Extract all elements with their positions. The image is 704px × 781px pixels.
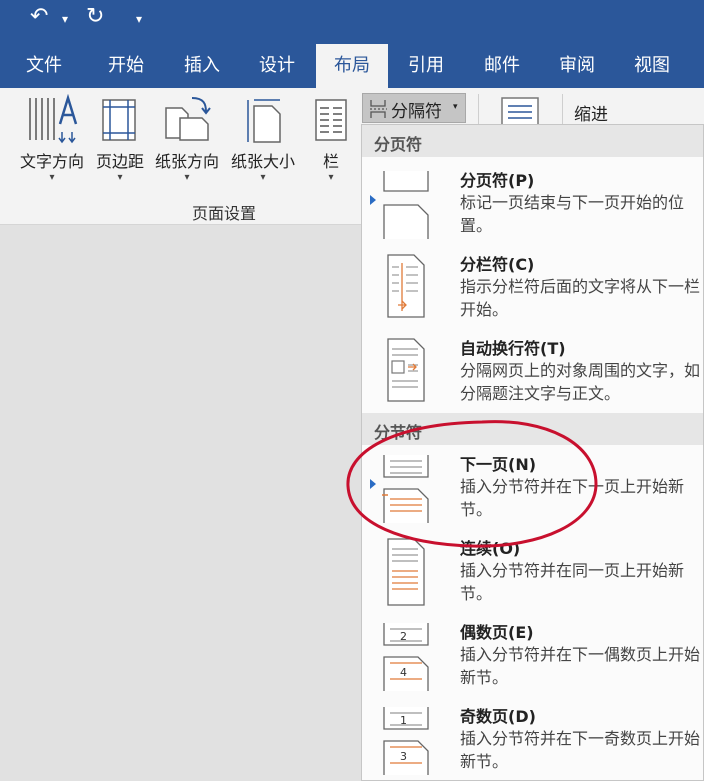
tab-references[interactable]: 引用 bbox=[392, 40, 460, 88]
breaks-icon bbox=[370, 100, 387, 118]
chevron-down-icon: ▾ bbox=[453, 102, 458, 112]
menu-item-description: 插入分节符并在下一奇数页上开始新节。 bbox=[460, 729, 701, 771]
chevron-down-icon: ▾ bbox=[49, 172, 55, 183]
even-page-number-icon: 2 bbox=[400, 630, 407, 643]
margins-button[interactable]: 页边距 ▾ bbox=[90, 88, 150, 192]
ribbon-divider bbox=[562, 94, 563, 128]
next-page-break-icon bbox=[382, 455, 429, 523]
text-direction-icon bbox=[29, 94, 78, 144]
odd-page-next-number-icon: 3 bbox=[400, 750, 407, 763]
selection-marker-icon bbox=[370, 479, 376, 489]
ribbon-divider bbox=[478, 94, 479, 124]
breaks-button[interactable]: 分隔符 ▾ bbox=[362, 93, 466, 123]
menu-item-title: 偶数页(E) bbox=[460, 623, 534, 642]
title-bar: ↶ ▾ ↻ ▾ bbox=[0, 0, 704, 40]
margins-icon bbox=[102, 99, 136, 141]
menu-item-continuous[interactable]: 连续(O) 插入分节符并在同一页上开始新节。 bbox=[362, 535, 703, 615]
undo-icon[interactable]: ↶ bbox=[30, 4, 48, 29]
menu-item-title: 自动换行符(T) bbox=[460, 339, 566, 358]
even-page-break-icon: 2 4 bbox=[383, 623, 429, 691]
menu-item-description: 分隔网页上的对象周围的文字，如分隔题注文字与正文。 bbox=[460, 361, 701, 403]
columns-label: 栏 bbox=[322, 152, 339, 171]
menu-item-title: 下一页(N) bbox=[460, 455, 537, 474]
chevron-down-icon: ▾ bbox=[260, 172, 266, 183]
breaks-label: 分隔符 bbox=[391, 102, 442, 122]
chevron-down-icon: ▾ bbox=[117, 172, 123, 183]
menu-item-description: 插入分节符并在同一页上开始新节。 bbox=[460, 561, 685, 603]
odd-page-break-icon: 1 3 bbox=[383, 707, 429, 775]
text-direction-label: 文字方向 bbox=[19, 152, 84, 171]
columns-icon bbox=[315, 99, 347, 141]
page-breaks-header-label: 分页符 bbox=[374, 135, 423, 154]
menu-item-description: 插入分节符并在下一偶数页上开始新节。 bbox=[460, 645, 701, 687]
tab-layout[interactable]: 布局 bbox=[316, 44, 388, 88]
tab-home[interactable]: 开始 bbox=[92, 40, 160, 88]
section-breaks-header-label: 分节符 bbox=[374, 423, 423, 442]
menu-item-odd-page[interactable]: 1 3 奇数页(D) 插入分节符并在下一奇数页上开始新节。 bbox=[362, 703, 703, 781]
orientation-label: 纸张方向 bbox=[154, 152, 219, 171]
chevron-down-icon: ▾ bbox=[328, 172, 334, 183]
tab-view[interactable]: 视图 bbox=[618, 40, 686, 88]
menu-item-column-break[interactable]: 分栏符(C) 指示分栏符后面的文字将从下一栏开始。 bbox=[362, 251, 703, 327]
chevron-down-icon: ▾ bbox=[184, 172, 190, 183]
size-button[interactable]: 纸张大小 ▾ bbox=[226, 88, 300, 192]
ribbon-tabs: 文件 开始 插入 设计 布局 引用 邮件 审阅 视图 bbox=[0, 40, 704, 88]
menu-item-title: 连续(O) bbox=[460, 539, 521, 558]
selection-marker-icon bbox=[370, 195, 376, 205]
page-break-icon bbox=[383, 171, 429, 239]
undo-dropdown-icon[interactable]: ▾ bbox=[62, 12, 68, 26]
columns-button[interactable]: 栏 ▾ bbox=[308, 88, 354, 192]
menu-item-title: 分栏符(C) bbox=[460, 255, 535, 274]
margins-label: 页边距 bbox=[95, 152, 144, 171]
redo-icon[interactable]: ↻ bbox=[86, 4, 104, 29]
indent-label: 缩进 bbox=[574, 105, 608, 125]
line-numbers-icon[interactable] bbox=[500, 96, 542, 126]
breaks-menu: 分页符 分页符(P) 标记一页结束与下一页开始的位置。 分栏符(C) 指示分栏符… bbox=[361, 124, 704, 781]
text-wrapping-icon bbox=[387, 338, 425, 402]
page-breaks-header: 分页符 bbox=[362, 125, 703, 157]
tab-review[interactable]: 审阅 bbox=[543, 40, 611, 88]
menu-item-text-wrapping[interactable]: 自动换行符(T) 分隔网页上的对象周围的文字，如分隔题注文字与正文。 bbox=[362, 335, 703, 415]
tab-insert[interactable]: 插入 bbox=[168, 40, 236, 88]
menu-item-even-page[interactable]: 2 4 偶数页(E) 插入分节符并在下一偶数页上开始新节。 bbox=[362, 619, 703, 699]
tab-file[interactable]: 文件 bbox=[10, 40, 78, 88]
paper-size-icon bbox=[247, 99, 281, 143]
size-label: 纸张大小 bbox=[230, 152, 295, 171]
page-setup-group-label: 页面设置 bbox=[192, 204, 257, 223]
section-breaks-header: 分节符 bbox=[362, 413, 703, 445]
customize-toolbar-icon[interactable]: ▾ bbox=[136, 12, 142, 26]
tab-mailings[interactable]: 邮件 bbox=[468, 40, 536, 88]
odd-page-number-icon: 1 bbox=[400, 714, 407, 727]
text-direction-button[interactable]: 文字方向 ▾ bbox=[12, 88, 92, 192]
menu-item-title: 奇数页(D) bbox=[460, 707, 536, 726]
tab-design[interactable]: 设计 bbox=[243, 40, 311, 88]
menu-item-description: 插入分节符并在下一页上开始新节。 bbox=[460, 477, 685, 519]
menu-item-page-break[interactable]: 分页符(P) 标记一页结束与下一页开始的位置。 bbox=[362, 167, 703, 243]
orientation-button[interactable]: 纸张方向 ▾ bbox=[150, 88, 224, 192]
column-break-icon bbox=[387, 254, 425, 318]
continuous-break-icon bbox=[387, 538, 425, 606]
even-page-next-number-icon: 4 bbox=[400, 666, 407, 679]
orientation-icon bbox=[165, 97, 211, 141]
menu-item-description: 标记一页结束与下一页开始的位置。 bbox=[460, 193, 685, 235]
menu-item-description: 指示分栏符后面的文字将从下一栏开始。 bbox=[460, 277, 701, 319]
menu-item-title: 分页符(P) bbox=[460, 171, 535, 190]
menu-item-next-page[interactable]: 下一页(N) 插入分节符并在下一页上开始新节。 bbox=[362, 451, 703, 529]
